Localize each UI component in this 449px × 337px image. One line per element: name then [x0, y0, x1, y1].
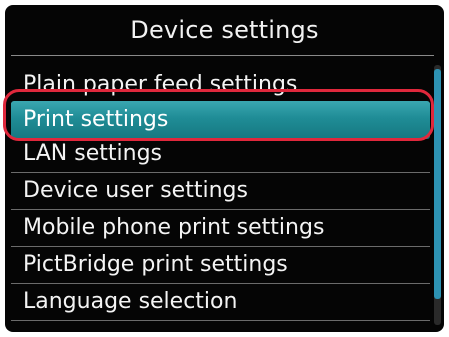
menu-item-mobile-phone-print-settings[interactable]: Mobile phone print settings — [11, 210, 430, 246]
device-screen: Device settings Plain paper feed setting… — [5, 5, 444, 332]
scrollbar-thumb[interactable] — [434, 69, 441, 299]
menu-item-pictbridge-print-settings[interactable]: PictBridge print settings — [11, 247, 430, 283]
settings-menu: Plain paper feed settings Print settings… — [5, 5, 444, 332]
menu-item-language-selection[interactable]: Language selection — [11, 284, 430, 320]
menu-item-lan-settings[interactable]: LAN settings — [11, 136, 430, 172]
menu-divider — [11, 320, 430, 321]
menu-item-device-user-settings[interactable]: Device user settings — [11, 173, 430, 209]
selection-highlight-ring — [3, 89, 434, 141]
